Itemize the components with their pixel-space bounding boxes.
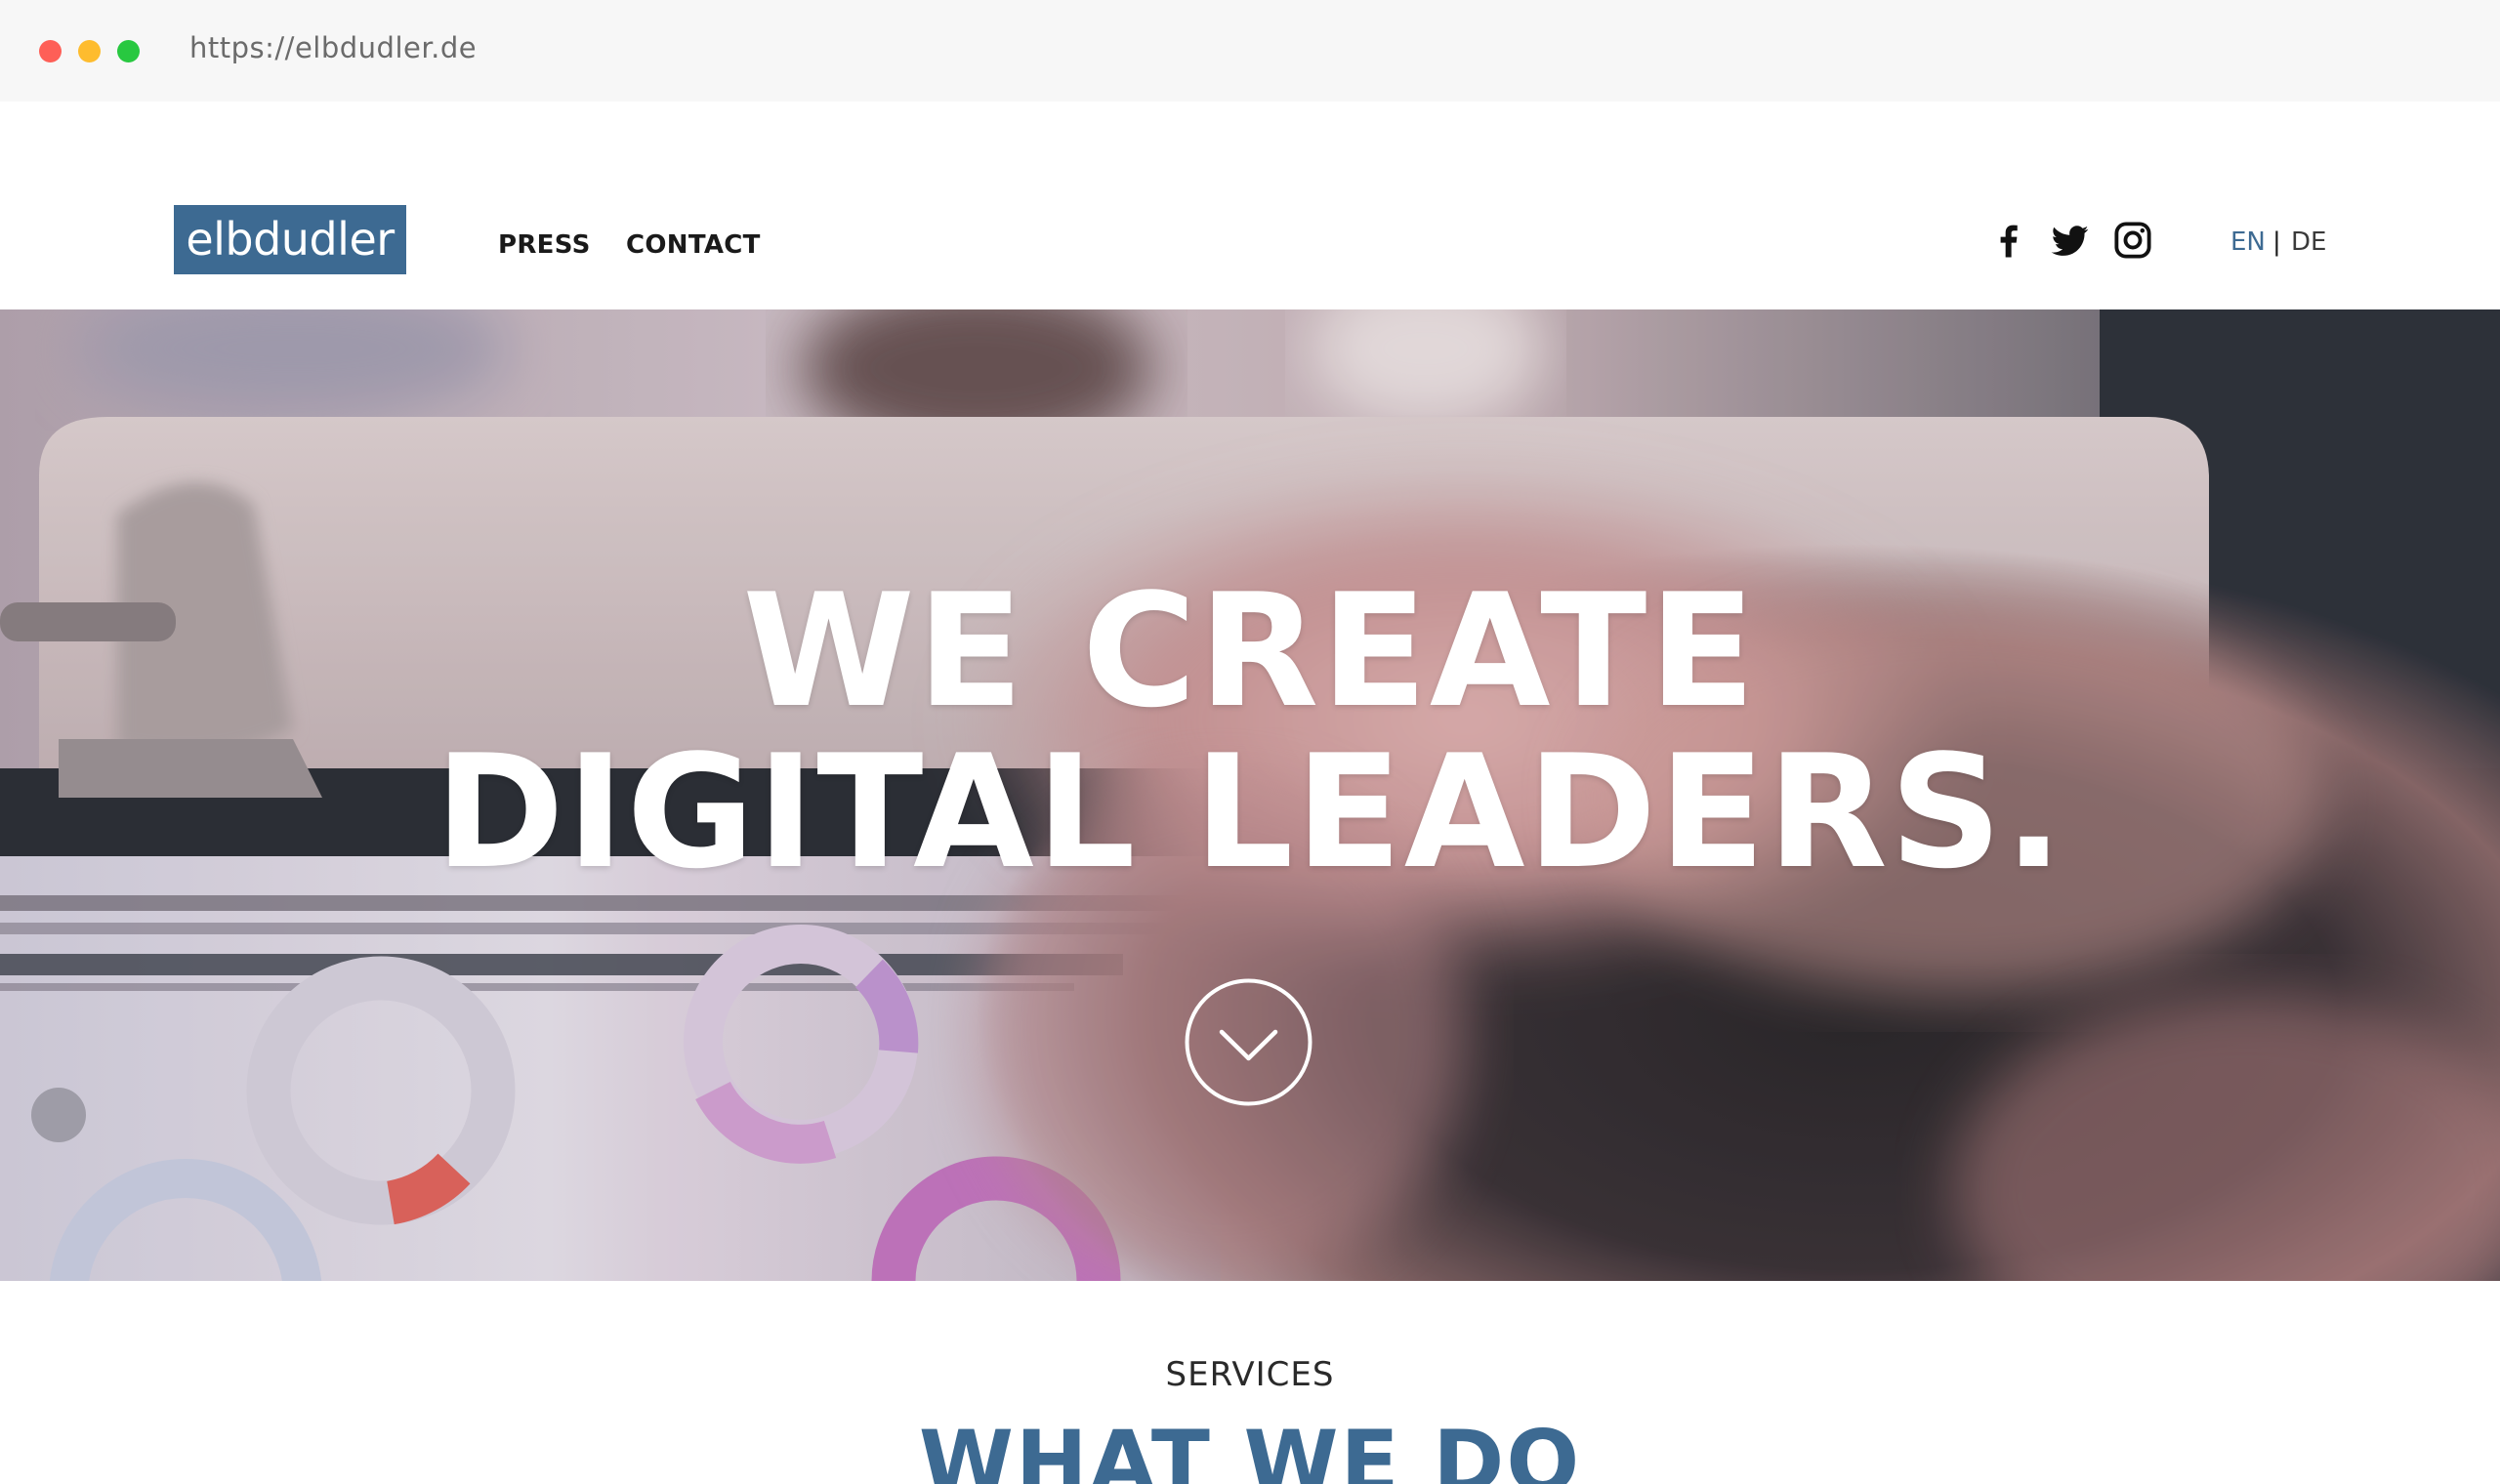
language-de-link[interactable]: DE [2291, 227, 2326, 257]
language-separator: | [2272, 227, 2281, 257]
chevron-down-icon [1185, 978, 1312, 1106]
nav-press-link[interactable]: PRESS [498, 230, 591, 260]
elbdudler-logo[interactable]: elbdudler [174, 205, 406, 274]
facebook-icon[interactable] [1988, 220, 2029, 261]
language-en-link[interactable]: EN [2230, 227, 2266, 257]
instagram-icon[interactable] [2112, 220, 2153, 261]
services-label: SERVICES [1165, 1355, 1335, 1394]
nav-contact-link[interactable]: CONTACT [626, 230, 761, 260]
close-window-button[interactable] [39, 40, 62, 62]
scroll-down-button[interactable] [1185, 978, 1312, 1106]
address-bar[interactable]: https://elbdudler.de [189, 31, 477, 64]
site-header: elbdudler PRESS CONTACT EN | DE [0, 102, 2500, 309]
hero-headline-line-1: WE CREATE [742, 559, 1758, 742]
browser-chrome: https://elbdudler.de [0, 0, 2500, 102]
twitter-icon[interactable] [2050, 220, 2091, 261]
services-heading: WHAT WE DO [918, 1412, 1582, 1484]
hero-headline-line-2: DIGITAL LEADERS. [435, 721, 2065, 903]
maximize-window-button[interactable] [117, 40, 140, 62]
hero-section: WE CREATE DIGITAL LEADERS. [0, 309, 2500, 1281]
services-section: SERVICES WHAT WE DO [0, 1281, 2500, 1484]
minimize-window-button[interactable] [78, 40, 101, 62]
